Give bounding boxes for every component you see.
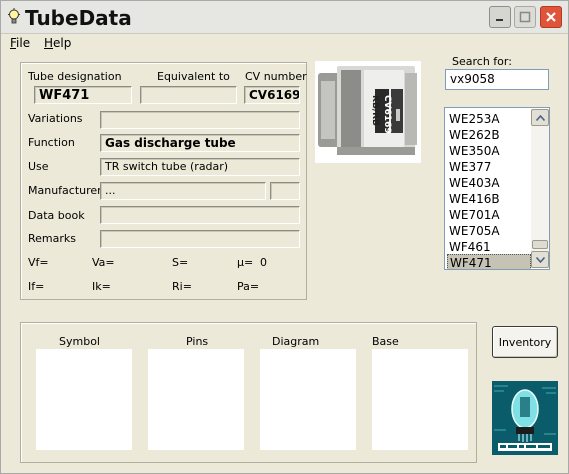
remarks-label: Remarks xyxy=(28,232,76,245)
list-item[interactable]: WE701A xyxy=(447,207,531,223)
list-item[interactable]: WE403A xyxy=(447,175,531,191)
search-input[interactable]: vx9058 xyxy=(445,69,549,90)
close-icon xyxy=(546,12,556,22)
tubedata-window: TubeData File Help Tube designation Equi… xyxy=(0,0,569,474)
variations-label: Variations xyxy=(28,112,83,125)
data-book-label: Data book xyxy=(28,209,85,222)
function-field[interactable]: Gas discharge tube xyxy=(100,134,300,152)
window-title: TubeData xyxy=(25,6,132,30)
scroll-down-button[interactable] xyxy=(531,251,549,268)
equivalent-to-field[interactable] xyxy=(140,86,237,104)
list-item[interactable]: WE705A xyxy=(447,223,531,239)
tube-logo xyxy=(492,381,558,455)
list-item[interactable]: WE262B xyxy=(447,127,531,143)
mu-label: µ= xyxy=(237,256,254,269)
ik-label: Ik= xyxy=(92,280,111,293)
chevron-down-icon xyxy=(535,256,545,263)
ri-label: Ri= xyxy=(172,280,192,293)
manufacturer-field[interactable]: ... xyxy=(100,182,266,200)
manufacturer-code-field[interactable] xyxy=(270,182,300,200)
tube-list[interactable]: WE253A WE262B WE350A WE377 WE403A WE416B… xyxy=(444,107,550,270)
cv-number-label: CV number xyxy=(245,70,307,83)
tube-label-cv: CV6169 xyxy=(382,95,392,134)
close-button[interactable] xyxy=(540,6,562,28)
vf-label: Vf= xyxy=(28,256,49,269)
menu-file[interactable]: File xyxy=(10,36,30,50)
manufacturer-label: Manufacturer xyxy=(28,184,102,197)
tube-photo: CV6169 KB/RB xyxy=(315,61,421,163)
tube-label-kb: KB/RB xyxy=(370,95,380,126)
pins-label: Pins xyxy=(186,335,209,348)
s-label: S= xyxy=(172,256,189,269)
vacuum-tube-icon xyxy=(492,381,558,455)
menu-help[interactable]: Help xyxy=(44,36,71,50)
inventory-button[interactable]: Inventory xyxy=(492,326,558,358)
mu-value: 0 xyxy=(260,256,267,269)
base-label: Base xyxy=(372,335,399,348)
equivalent-to-label: Equivalent to xyxy=(157,70,230,83)
list-item-selected[interactable]: WF471 xyxy=(447,254,531,269)
chevron-up-icon xyxy=(535,114,545,121)
if-label: If= xyxy=(28,280,45,293)
variations-field[interactable] xyxy=(100,111,300,129)
lightbulb-icon xyxy=(8,8,20,24)
list-scrollbar[interactable] xyxy=(531,109,549,268)
remarks-field[interactable] xyxy=(100,230,300,248)
diagram-panel xyxy=(260,349,356,450)
symbol-label: Symbol xyxy=(59,335,100,348)
base-panel xyxy=(372,349,468,450)
cv-number-field[interactable]: CV6169 xyxy=(244,86,300,104)
pins-panel xyxy=(148,349,244,450)
maximize-button[interactable] xyxy=(514,6,536,28)
tube-photo-image: CV6169 KB/RB xyxy=(315,61,421,163)
search-label: Search for: xyxy=(452,55,512,68)
maximize-icon xyxy=(519,11,531,23)
list-item[interactable]: WF461 xyxy=(447,239,531,255)
function-label: Function xyxy=(28,136,75,149)
use-label: Use xyxy=(28,160,49,173)
use-field[interactable]: TR switch tube (radar) xyxy=(100,158,300,176)
tube-designation-label: Tube designation xyxy=(28,70,122,83)
minimize-button[interactable] xyxy=(489,6,511,28)
scroll-up-button[interactable] xyxy=(531,109,549,126)
va-label: Va= xyxy=(92,256,115,269)
minimize-icon xyxy=(496,19,503,21)
menu-bar: File Help xyxy=(1,34,568,53)
pa-label: Pa= xyxy=(237,280,260,293)
list-item[interactable]: WE416B xyxy=(447,191,531,207)
title-bar[interactable]: TubeData xyxy=(1,1,568,34)
list-item[interactable]: WE377 xyxy=(447,159,531,175)
diagram-label: Diagram xyxy=(272,335,320,348)
data-book-field[interactable] xyxy=(100,206,300,224)
scroll-thumb[interactable] xyxy=(532,240,548,249)
tube-designation-field[interactable]: WF471 xyxy=(34,86,132,104)
list-item[interactable]: WE350A xyxy=(447,143,531,159)
list-item[interactable]: WE253A xyxy=(447,111,531,127)
symbol-panel xyxy=(36,349,132,450)
